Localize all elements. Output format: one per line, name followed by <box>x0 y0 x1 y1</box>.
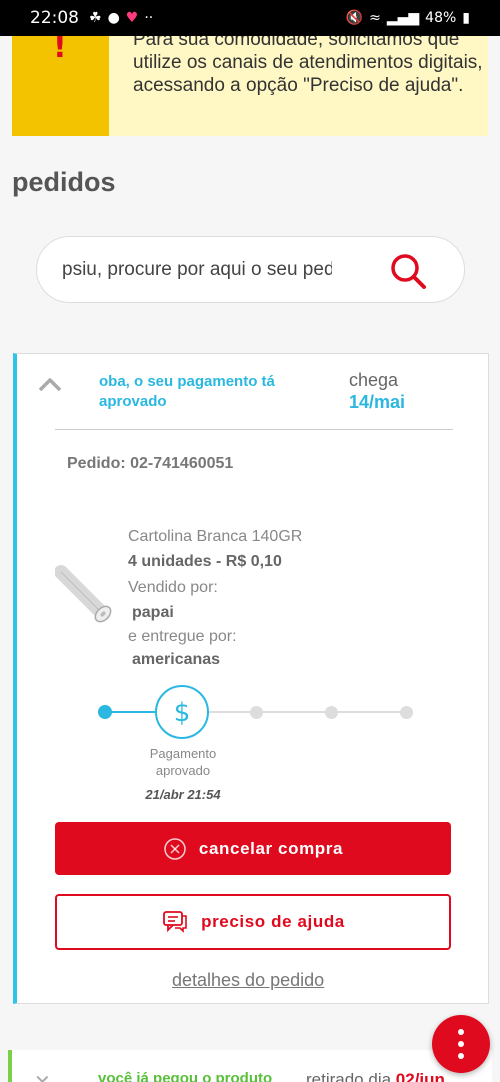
tracker-step-pending <box>325 706 338 719</box>
need-help-label: preciso de ajuda <box>201 912 345 931</box>
sold-by-label: Vendido por: <box>128 579 218 596</box>
app-notification-icon: ☘ <box>89 10 102 26</box>
more-options-button[interactable] <box>432 1015 490 1073</box>
order-status-message: oba, o seu pagamento tá aprovado <box>99 373 275 410</box>
tracker-step-pending <box>250 706 263 719</box>
system-icons: 🔇 ≈ ▂▄▆ 48% ▮ <box>346 10 470 26</box>
dollar-icon: $ <box>174 698 191 728</box>
order-card: oba, o seu pagamento tá aprovado chega 1… <box>13 353 489 1004</box>
cancel-icon <box>164 837 186 860</box>
search-input[interactable] <box>62 255 332 285</box>
notification-icons: ☘ ● ♥ ·· <box>89 10 153 26</box>
tracker-step-pending <box>400 706 413 719</box>
product-image <box>55 565 112 623</box>
more-vertical-icon-dot <box>458 1041 464 1047</box>
product-name: Cartolina Branca 140GR <box>128 528 303 545</box>
search-bar <box>36 236 465 303</box>
chat-notification-icon: ● <box>107 10 120 26</box>
delivered-by-label: e entregue por: <box>128 628 237 645</box>
tracker-step-current: $ <box>155 685 209 739</box>
need-help-button[interactable]: preciso de ajuda <box>55 894 451 950</box>
order-number: Pedido: 02-741460051 <box>67 455 234 472</box>
more-vertical-icon-dot <box>458 1053 464 1059</box>
orders-page: 22:08 ☘ ● ♥ ·· 🔇 ≈ ▂▄▆ 48% ▮ ! Para sua … <box>0 0 500 1082</box>
battery-icon: ▮ <box>462 10 470 26</box>
tracker-line-pending <box>209 711 409 713</box>
notice-banner: ! Para sua comodidade, solicitamos que u… <box>12 36 488 136</box>
chevron-down-icon[interactable]: ✕ <box>34 1070 51 1082</box>
wifi-icon: ≈ <box>369 10 381 26</box>
status-time: 22:08 <box>30 8 79 28</box>
search-icon[interactable] <box>388 251 428 291</box>
pickup-date: 02/jun <box>395 1070 445 1082</box>
product-quantity-price: 4 unidades - R$ 0,10 <box>128 553 282 570</box>
battery-level: 48% <box>425 10 457 26</box>
order-details-link[interactable]: detalhes do pedido <box>172 970 324 991</box>
cancel-order-label: cancelar compra <box>198 838 344 858</box>
chat-icon <box>163 911 187 933</box>
tracker-step-label: Pagamento aprovado <box>149 746 217 778</box>
more-vertical-icon <box>458 1029 464 1035</box>
signal-icon: ▂▄▆ <box>386 10 420 26</box>
tracker-step-done <box>98 705 112 719</box>
pickup-info: retirado dia 02/jun <box>306 1070 445 1082</box>
cancel-order-button[interactable]: cancelar compra <box>55 822 451 875</box>
tracker-line-done <box>105 711 155 713</box>
sold-by-value: papai <box>132 604 174 621</box>
card-divider <box>55 429 453 430</box>
arrival-label: chega <box>349 370 399 390</box>
status-bar: 22:08 ☘ ● ♥ ·· 🔇 ≈ ▂▄▆ 48% ▮ <box>0 0 500 36</box>
pickup-label: retirado dia <box>306 1070 392 1082</box>
next-order-status-message: você já pegou o produto <box>98 1070 273 1082</box>
chevron-up-icon[interactable] <box>37 374 63 394</box>
svg-text:$: $ <box>174 698 191 728</box>
heart-icon: ♥ <box>125 10 139 26</box>
next-order-card: ✕ você já pegou o produto retirado dia 0… <box>8 1050 492 1082</box>
arrival-date: 14/mai <box>349 392 406 412</box>
mute-icon: 🔇 <box>345 10 364 26</box>
tracker-step-date: 21/abr 21:54 <box>145 787 221 802</box>
more-notifications-icon: ·· <box>144 10 154 26</box>
alert-icon: ! <box>53 36 67 65</box>
page-title: pedidos <box>12 167 116 197</box>
order-tracker: $ Pagamento aprovado 21/abr 21:54 <box>92 679 422 802</box>
delivered-by-value: americanas <box>132 651 221 668</box>
notice-accent: ! <box>12 36 109 136</box>
notice-text: Para sua comodidade, solicitamos que uti… <box>133 36 483 96</box>
